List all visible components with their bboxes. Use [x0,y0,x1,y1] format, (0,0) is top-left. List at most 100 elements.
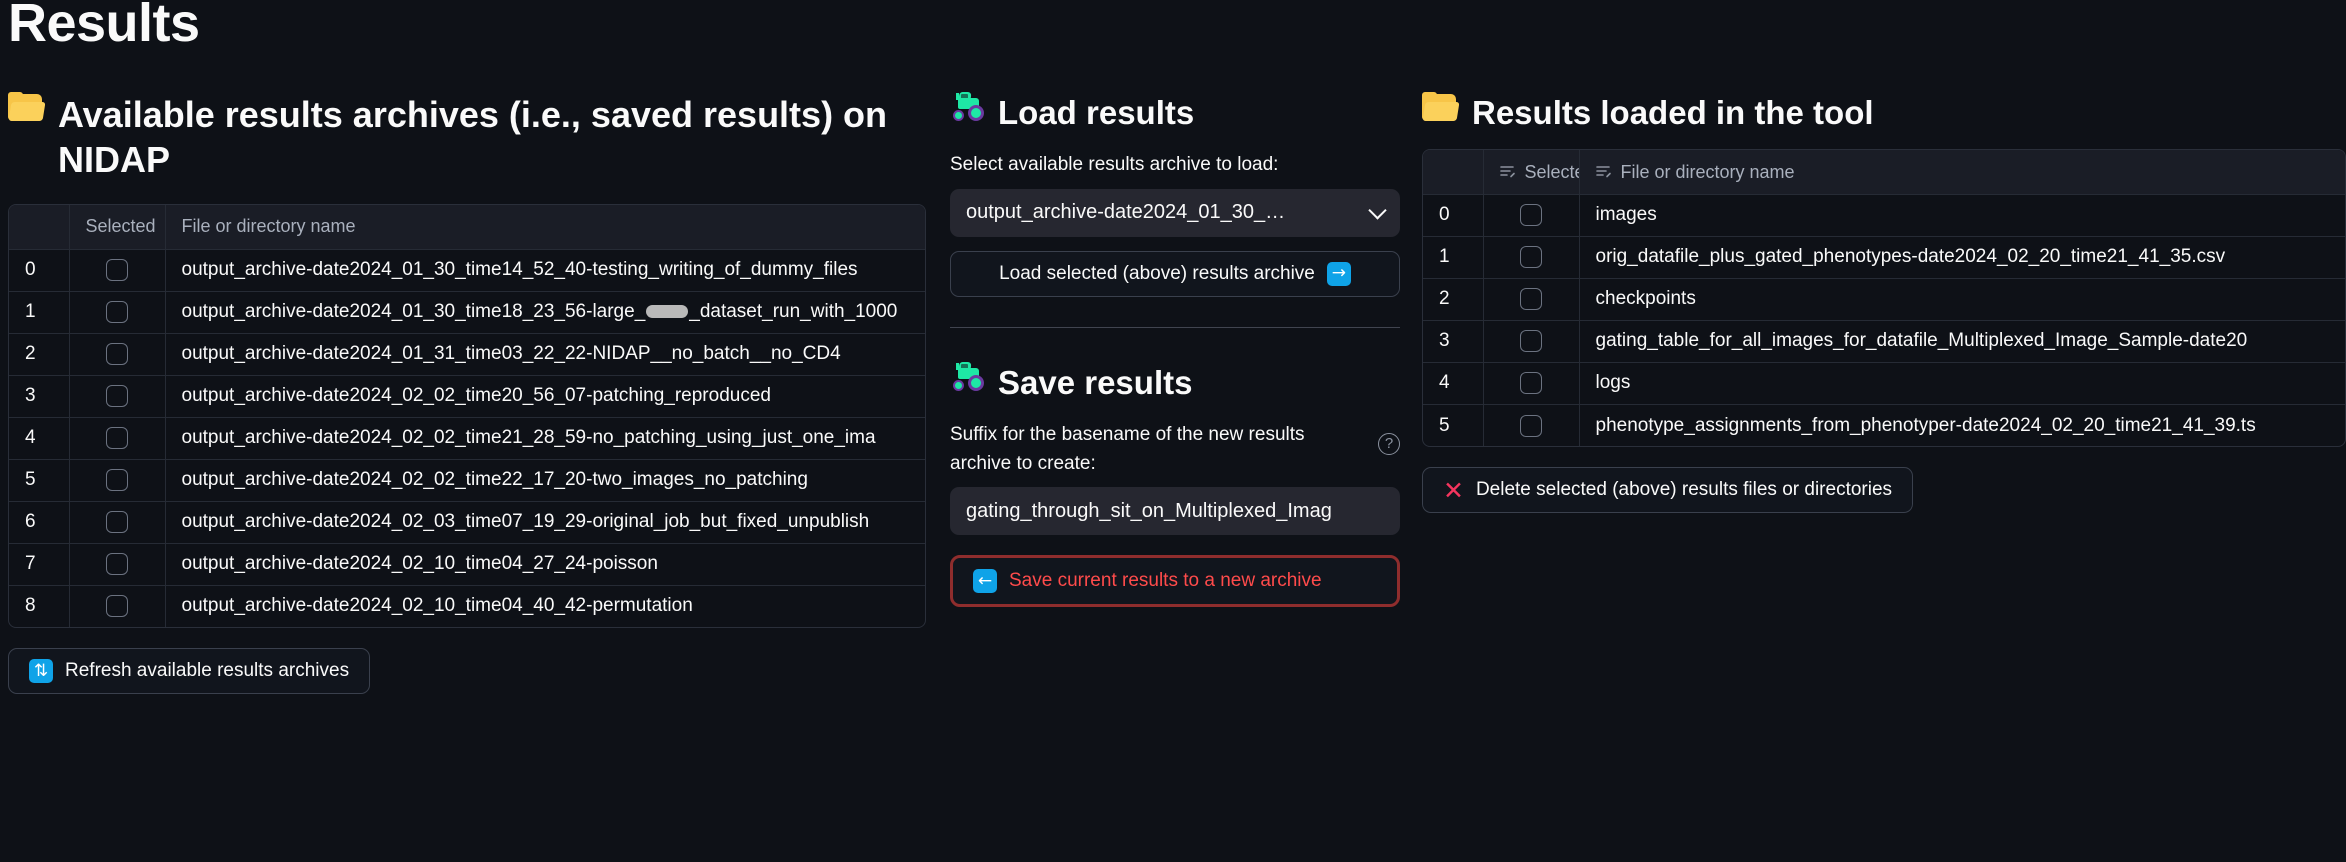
row-index: 8 [9,585,70,627]
row-checkbox[interactable] [1520,288,1542,311]
available-archives-panel: Available results archives (i.e., saved … [8,92,926,694]
loaded-results-table: Selected File [1422,149,2346,448]
refresh-icon: ⇅ [29,659,53,683]
row-checkbox[interactable] [106,595,128,618]
row-checkbox[interactable] [106,511,128,533]
row-filename: output_archive-date2024_02_03_time07_19_… [165,501,925,544]
row-checkbox[interactable] [1520,204,1542,227]
table-row: 7 output_archive-date2024_02_10_time04_2… [9,543,925,586]
x-mark-icon: ✕ [1443,475,1464,505]
table-row: 6 output_archive-date2024_02_03_time07_1… [9,501,925,544]
row-checkbox[interactable] [1520,246,1542,269]
row-filename: output_archive-date2024_01_30_time14_52_… [165,249,925,292]
row-select-cell[interactable] [1483,278,1580,321]
row-checkbox[interactable] [106,343,128,365]
row-select-cell[interactable] [69,375,166,418]
row-select-cell[interactable] [69,417,166,460]
save-archive-button[interactable]: ← Save current results to a new archive [950,555,1400,607]
row-filename: output_archive-date2024_02_10_time04_40_… [181,595,693,617]
row-select-cell[interactable] [69,249,166,292]
load-archive-button[interactable]: Load selected (above) results archive → [950,250,1400,297]
table-row: 3 gating_table_for_all_images_for_datafi… [1423,320,2345,363]
table-row: 3 output_archive-date2024_02_02_time20_5… [9,375,925,418]
row-filename: orig_datafile_plus_gated_phenotypes-date… [1579,236,2345,279]
row-filename: output_archive-date2024_02_02_time20_56_… [165,375,925,418]
column-header-selected[interactable]: Selected [1483,150,1580,195]
available-archives-heading: Available results archives (i.e., saved … [8,92,926,182]
row-filename: output_archive-date2024_02_10_time04_27_… [165,543,925,586]
row-index: 5 [9,459,70,502]
row-index: 1 [1423,236,1484,279]
table-row: 5 phenotype_assignments_from_phenotyper-… [1423,404,2345,447]
row-checkbox[interactable] [106,469,128,491]
suffix-input[interactable] [950,487,1400,535]
page-title: Results [8,0,200,53]
row-checkbox[interactable] [1520,372,1542,395]
help-icon[interactable]: ? [1378,433,1400,455]
table-row: 2 output_archive-date2024_01_31_time03_2… [9,333,925,376]
sort-icon[interactable] [1499,162,1517,183]
loaded-results-panel: Results loaded in the tool Select File o… [1422,92,2346,514]
row-select-cell[interactable] [1483,320,1580,363]
loaded-results-heading-text: Results loaded in the tool [1472,94,1874,131]
available-archives-table: Selected File or directory name 0 output… [8,204,926,628]
table-row: 5 output_archive-date2024_02_02_time22_1… [9,459,925,502]
row-checkbox[interactable] [1520,414,1542,437]
column-header-selected-label: Selected [1524,161,1579,182]
loaded-results-heading: Results loaded in the tool [1422,92,2346,133]
row-select-cell[interactable] [69,543,166,586]
row-index: 6 [9,501,70,544]
row-checkbox[interactable] [106,385,128,407]
row-select-cell[interactable] [1483,236,1580,279]
column-header-filename[interactable]: File or directory name [1579,150,2345,195]
sort-icon[interactable] [1595,162,1613,183]
delete-selected-button[interactable]: ✕ Delete selected (above) results files … [1422,467,1914,514]
suffix-label: Suffix for the basename of the new resul… [950,424,1305,474]
table-header-row: Selected File [1423,150,2345,195]
refresh-archives-button[interactable]: ⇅ Refresh available results archives [8,648,371,694]
column-header-filename: File or directory name [165,205,925,250]
row-filename-suffix: _dataset_run_with_1000 [689,301,898,322]
load-results-heading-text: Load results [998,94,1195,131]
row-checkbox[interactable] [106,301,128,323]
save-results-heading: Save results [950,361,1400,403]
row-index: 7 [9,543,70,586]
column-header-index [9,205,70,250]
row-select-cell[interactable] [1483,362,1580,405]
table-header-row: Selected File or directory name [9,205,925,250]
row-index: 3 [1423,320,1484,363]
row-select-cell[interactable] [69,501,166,544]
row-select-cell[interactable] [69,333,166,376]
arrow-left-icon: ← [973,569,997,593]
row-checkbox[interactable] [1520,330,1542,353]
load-archive-label: Load selected (above) results archive [999,262,1315,284]
row-select-cell[interactable] [1483,404,1580,447]
open-folder-icon [8,92,46,121]
closed-folder-icon [1422,92,1460,121]
chevron-down-icon [1368,200,1387,220]
tractor-icon [950,92,984,121]
row-index: 0 [1423,194,1484,237]
row-index: 3 [9,375,70,418]
table-row: 8 output_archive-date2024_02_10_time04_4… [9,585,925,627]
table-row: 1 orig_datafile_plus_gated_phenotypes-da… [1423,236,2345,279]
row-checkbox[interactable] [106,553,128,575]
column-header-selected: Selected [69,205,166,250]
archive-select[interactable]: output_archive-date2024_01_30_… [950,188,1400,237]
save-archive-label: Save current results to a new archive [1009,570,1322,591]
row-filename-prefix: output_archive-date2024_01_30_time18_23_… [181,301,646,322]
available-archives-heading-text: Available results archives (i.e., saved … [58,94,888,180]
row-select-cell[interactable] [1483,194,1580,237]
row-checkbox[interactable] [106,259,128,281]
row-select-cell[interactable] [69,291,166,334]
row-checkbox[interactable] [106,427,128,449]
row-select-cell[interactable] [69,459,166,502]
row-select-cell[interactable] [69,585,166,627]
row-index: 0 [9,249,70,292]
table-row: 1 output_archive-date2024_01_30_time18_2… [9,291,925,334]
select-archive-label: Select available results archive to load… [950,154,1279,176]
load-results-heading: Load results [950,92,1400,133]
table-row: 0 output_archive-date2024_01_30_time14_5… [9,249,925,292]
delete-selected-label: Delete selected (above) results files or… [1475,479,1893,501]
row-filename: output_archive-date2024_02_02_time22_17_… [165,459,925,502]
